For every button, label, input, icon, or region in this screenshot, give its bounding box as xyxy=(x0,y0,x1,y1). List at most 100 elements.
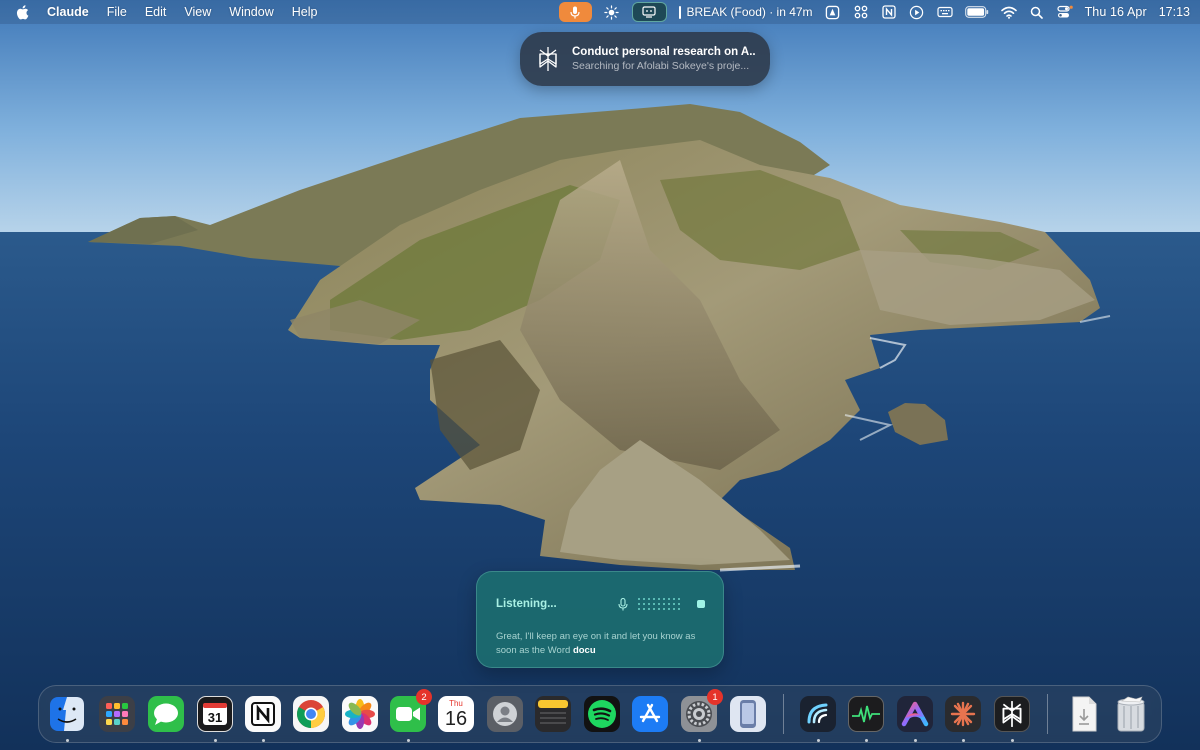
keyboard-icon[interactable] xyxy=(936,4,953,20)
dock-item-notion[interactable] xyxy=(245,696,281,732)
break-timer-status[interactable]: BREAK (Food) · in 47m xyxy=(678,5,813,19)
running-indicator xyxy=(66,739,69,742)
dock-item-claude[interactable] xyxy=(945,696,981,732)
menu-view[interactable]: View xyxy=(184,5,211,19)
dock-item-spotify[interactable] xyxy=(584,696,620,732)
claude-icon xyxy=(950,701,976,727)
app-menu-claude[interactable]: Claude xyxy=(47,5,89,19)
photos-icon xyxy=(345,699,375,729)
task-text: Conduct personal research on A... Search… xyxy=(572,46,756,72)
notes-icon xyxy=(538,700,568,724)
dock-item-app-store[interactable] xyxy=(632,696,668,732)
grid-icon[interactable] xyxy=(853,4,869,20)
apple-icon[interactable] xyxy=(16,4,29,20)
dock-item-activity-monitor[interactable] xyxy=(848,696,884,732)
calendar-day-label: Thu xyxy=(449,698,463,708)
dock-item-facetime[interactable]: 2 xyxy=(390,689,432,732)
messages-icon xyxy=(154,703,178,725)
perplexity-icon xyxy=(1002,701,1022,727)
menu-help[interactable]: Help xyxy=(292,5,318,19)
dock-item-wave-app[interactable] xyxy=(800,696,836,732)
break-timer-bar xyxy=(678,5,681,19)
microphone-icon[interactable] xyxy=(618,597,628,611)
downloads-stack-icon xyxy=(1072,696,1097,732)
dock-item-system-settings[interactable]: 1 xyxy=(681,689,723,732)
transcript-partial-word: docu xyxy=(572,645,596,656)
dock-separator xyxy=(783,694,784,734)
listening-controls xyxy=(618,597,705,611)
running-indicator xyxy=(698,739,701,742)
running-indicator xyxy=(407,739,410,742)
perplexity-icon xyxy=(539,47,557,71)
control-center-icon[interactable] xyxy=(1056,4,1073,20)
wave-app-icon xyxy=(807,703,828,724)
activity-monitor-icon xyxy=(852,705,880,723)
dock-item-calendar[interactable]: Thu 16 xyxy=(438,696,474,732)
running-indicator xyxy=(865,739,868,742)
break-timer-label: BREAK (Food) · in 47m xyxy=(686,5,813,19)
task-subtitle: Searching for Afolabi Sokeye's proje... xyxy=(572,60,750,72)
running-indicator xyxy=(262,739,265,742)
menu-file[interactable]: File xyxy=(107,5,127,19)
dock-item-simulator[interactable] xyxy=(730,696,766,732)
contacts-icon xyxy=(493,702,517,726)
finder-icon xyxy=(50,697,84,731)
listening-transcript: Great, I'll keep an eye on it and let yo… xyxy=(496,630,705,658)
menu-bar-date[interactable]: Thu 16 Apr xyxy=(1085,5,1147,19)
notification-badge: 1 xyxy=(707,689,723,705)
task-title: Conduct personal research on A... xyxy=(572,46,756,58)
simulator-icon xyxy=(740,700,756,728)
dock-item-photos[interactable] xyxy=(342,696,378,732)
spotify-icon xyxy=(588,700,616,728)
dock-item-contacts[interactable] xyxy=(487,696,523,732)
app-store-icon xyxy=(639,703,661,723)
menu-bar-left: Claude File Edit View Window Help xyxy=(16,4,318,20)
battery-icon[interactable] xyxy=(964,4,989,20)
dock-item-notes[interactable] xyxy=(535,696,571,732)
running-indicator xyxy=(962,739,965,742)
play-icon[interactable] xyxy=(909,4,925,20)
arc-app-icon xyxy=(901,701,929,727)
microphone-icon xyxy=(570,6,580,18)
listening-title: Listening... xyxy=(496,598,557,610)
menu-window[interactable]: Window xyxy=(229,5,273,19)
trash-icon xyxy=(1117,696,1145,732)
sun-icon[interactable] xyxy=(604,4,620,20)
calendar-day-number: 16 xyxy=(444,707,468,730)
fantastical-icon: 31 xyxy=(203,703,227,725)
dock-item-perplexity[interactable] xyxy=(994,696,1030,732)
screen-icon xyxy=(642,6,656,18)
running-indicator xyxy=(914,739,917,742)
dock-item-messages[interactable] xyxy=(148,696,184,732)
menu-edit[interactable]: Edit xyxy=(145,5,167,19)
svg-text:31: 31 xyxy=(208,710,222,725)
notion-icon xyxy=(251,702,275,726)
running-indicator xyxy=(817,739,820,742)
menu-bar: Claude File Edit View Window Help BREAK … xyxy=(0,0,1200,24)
menu-bar-extras: BREAK (Food) · in 47m Thu 16 Apr 17:13 xyxy=(558,0,1190,24)
dictation-status-button[interactable] xyxy=(558,2,592,22)
chrome-icon xyxy=(297,700,325,728)
dock-item-chrome[interactable] xyxy=(293,696,329,732)
running-indicator xyxy=(214,739,217,742)
dock-item-finder[interactable] xyxy=(49,696,85,732)
running-indicator xyxy=(1011,739,1014,742)
dock-item-trash[interactable] xyxy=(1113,696,1149,732)
notification-badge: 2 xyxy=(416,689,432,705)
dock-separator xyxy=(1047,694,1048,734)
wifi-icon[interactable] xyxy=(1000,4,1017,20)
onepassword-icon[interactable] xyxy=(825,4,841,20)
dock-item-launchpad[interactable] xyxy=(99,696,135,732)
screen-status-button[interactable] xyxy=(631,2,667,22)
listening-header: Listening... xyxy=(496,596,705,612)
menu-bar-time[interactable]: 17:13 xyxy=(1159,5,1190,19)
dock-item-downloads[interactable] xyxy=(1066,696,1102,732)
task-progress-notification[interactable]: Conduct personal research on A... Search… xyxy=(520,32,770,86)
facetime-icon xyxy=(396,707,420,721)
launchpad-icon xyxy=(106,703,128,725)
search-icon[interactable] xyxy=(1029,4,1045,20)
dock-item-fantastical[interactable]: 31 xyxy=(197,696,233,732)
dock-item-arc[interactable] xyxy=(897,696,933,732)
stop-listening-button[interactable] xyxy=(697,600,705,608)
notion-icon[interactable] xyxy=(881,4,897,20)
